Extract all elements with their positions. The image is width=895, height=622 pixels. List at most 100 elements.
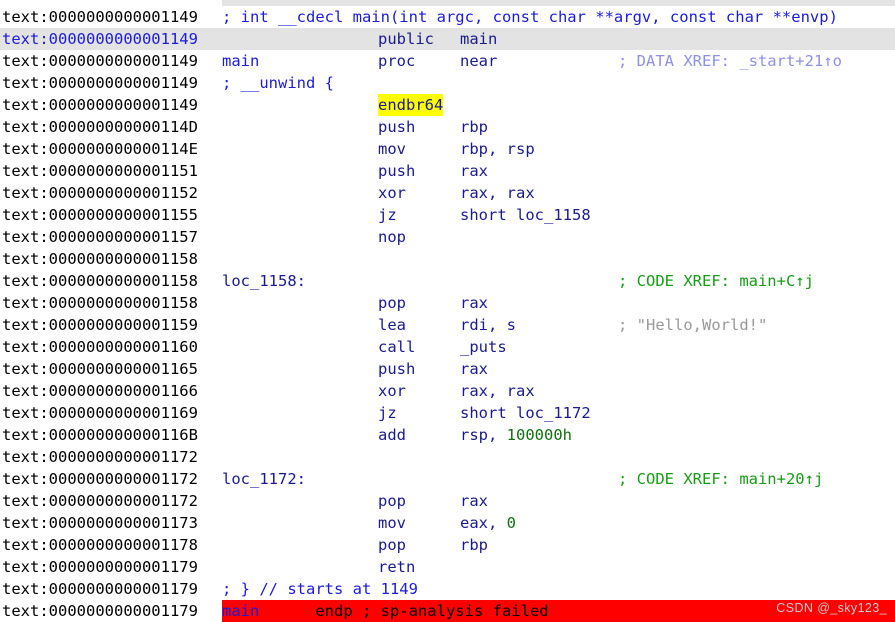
disassembly-line[interactable]: text:0000000000001149 public main: [0, 28, 895, 50]
line-comment[interactable]: ; __unwind {: [222, 72, 334, 94]
symbol-label[interactable]: loc_1158:: [222, 270, 306, 292]
instruction-operands[interactable]: rax, rax: [460, 182, 535, 204]
address-label: text:0000000000001179: [2, 602, 198, 620]
address-label: text:0000000000001159: [2, 316, 198, 334]
operand-text: rsp,: [460, 426, 507, 444]
address-label: text:0000000000001172: [2, 448, 198, 466]
disassembly-line[interactable]: text:0000000000001160 call _puts: [0, 336, 895, 358]
instruction-mnemonic[interactable]: push: [378, 358, 415, 380]
instruction-operands[interactable]: rax: [460, 490, 488, 512]
disassembly-line[interactable]: text:0000000000001172 pop rax: [0, 490, 895, 512]
instruction-operands[interactable]: rax: [460, 160, 488, 182]
disassembly-line[interactable]: text:0000000000001179 retn: [0, 556, 895, 578]
instruction-mnemonic[interactable]: call: [378, 336, 415, 358]
address-label: text:0000000000001173: [2, 514, 198, 532]
function-prototype-comment: ; int __cdecl main(int argc, const char …: [222, 8, 838, 26]
address-label: text:0000000000001179: [2, 580, 198, 598]
symbol-label[interactable]: main: [222, 50, 259, 72]
instruction-mnemonic[interactable]: add: [378, 424, 406, 446]
address-label: text:0000000000001165: [2, 360, 198, 378]
disassembly-line[interactable]: text:0000000000001166 xor rax, rax: [0, 380, 895, 402]
instruction-mnemonic[interactable]: public: [378, 28, 434, 50]
instruction-mnemonic[interactable]: lea: [378, 314, 406, 336]
instruction-mnemonic[interactable]: push: [378, 116, 415, 138]
address-label: text:0000000000001178: [2, 536, 198, 554]
instruction-mnemonic[interactable]: pop: [378, 292, 406, 314]
instruction-operands[interactable]: short loc_1172: [460, 402, 591, 424]
instruction-mnemonic[interactable]: xor: [378, 182, 406, 204]
instruction-operands[interactable]: rbp, rsp: [460, 138, 535, 160]
instruction-mnemonic[interactable]: mov: [378, 138, 406, 160]
operand-text: rax, rax: [460, 184, 535, 202]
disassembly-line[interactable]: text:0000000000001178 pop rbp: [0, 534, 895, 556]
disassembly-line[interactable]: text:0000000000001158: [0, 248, 895, 270]
address-label: text:0000000000001172: [2, 470, 198, 488]
instruction-operands[interactable]: near: [460, 50, 497, 72]
disassembly-line[interactable]: text:0000000000001179 ; } // starts at 11…: [0, 578, 895, 600]
disassembly-line-list[interactable]: text:0000000000001149 ; int __cdecl main(…: [0, 6, 895, 622]
instruction-mnemonic[interactable]: proc: [378, 50, 415, 72]
disassembly-line[interactable]: text:0000000000001157 nop: [0, 226, 895, 248]
instruction-operands[interactable]: short loc_1158: [460, 204, 591, 226]
address-label: text:0000000000001160: [2, 338, 198, 356]
address-label: text:0000000000001158: [2, 294, 198, 312]
disassembly-view[interactable]: text:0000000000001149 ; int __cdecl main(…: [0, 0, 895, 622]
disassembly-line[interactable]: text:0000000000001152 xor rax, rax: [0, 182, 895, 204]
operand-text: eax,: [460, 514, 507, 532]
instruction-operands[interactable]: eax, 0: [460, 512, 516, 534]
disassembly-line[interactable]: text:0000000000001165 push rax: [0, 358, 895, 380]
instruction-mnemonic[interactable]: endbr64: [378, 94, 444, 116]
instruction-mnemonic[interactable]: push: [378, 160, 415, 182]
end-line-spacer: [259, 602, 315, 620]
address-label: text:000000000000114D: [2, 118, 198, 136]
disassembly-line[interactable]: text:0000000000001169 jz short loc_1172: [0, 402, 895, 424]
instruction-operands[interactable]: _puts: [460, 336, 507, 358]
instruction-mnemonic[interactable]: pop: [378, 490, 406, 512]
disassembly-line[interactable]: text:0000000000001149 ; __unwind {: [0, 72, 895, 94]
instruction-operands[interactable]: rax, rax: [460, 380, 535, 402]
address-label: text:0000000000001151: [2, 162, 198, 180]
disassembly-line[interactable]: text:000000000000116B add rsp, 100000h: [0, 424, 895, 446]
address-label: text:0000000000001152: [2, 184, 198, 202]
code-xref-comment: ; CODE XREF: main+C↑j: [618, 272, 814, 290]
function-end-line[interactable]: text:0000000000001179 main endp ; sp-anal…: [0, 600, 895, 622]
data-xref-comment: ; DATA XREF: _start+21↑o: [618, 52, 842, 70]
instruction-mnemonic[interactable]: jz: [378, 402, 397, 424]
disassembly-line[interactable]: text:0000000000001151 push rax: [0, 160, 895, 182]
disassembly-line[interactable]: text:0000000000001172 loc_1172: ; CODE XRE…: [0, 468, 895, 490]
address-label: text:0000000000001149: [2, 96, 198, 114]
instruction-operands[interactable]: rsp, 100000h: [460, 424, 572, 446]
disassembly-line[interactable]: text:0000000000001149 endbr64: [0, 94, 895, 116]
instruction-mnemonic[interactable]: nop: [378, 226, 406, 248]
disassembly-line[interactable]: text:0000000000001149 main proc near ; DATA …: [0, 50, 895, 72]
disassembly-line[interactable]: text:0000000000001159 lea rdi, s ; "Hello,W…: [0, 314, 895, 336]
operand-text: main: [460, 30, 498, 48]
operand-text: rbp: [460, 536, 488, 554]
operand-number: 100000h: [506, 426, 572, 444]
disassembly-line[interactable]: text:0000000000001149 ; int __cdecl main(…: [0, 6, 895, 28]
instruction-mnemonic[interactable]: pop: [378, 534, 406, 556]
operand-text: short loc_1172: [460, 404, 591, 422]
instruction-mnemonic[interactable]: xor: [378, 380, 406, 402]
instruction-operands[interactable]: rax: [460, 292, 488, 314]
symbol-label[interactable]: loc_1172:: [222, 468, 306, 490]
instruction-mnemonic[interactable]: jz: [378, 204, 397, 226]
line-comment[interactable]: ; } // starts at 1149: [222, 578, 418, 600]
disassembly-line[interactable]: text:0000000000001155 jz short loc_1158: [0, 204, 895, 226]
instruction-operands[interactable]: rax: [460, 358, 488, 380]
instruction-mnemonic[interactable]: mov: [378, 512, 406, 534]
instruction-operands[interactable]: rbp: [460, 116, 488, 138]
operand-number: 0: [506, 514, 517, 532]
disassembly-line[interactable]: text:000000000000114E mov rbp, rsp: [0, 138, 895, 160]
disassembly-line[interactable]: text:0000000000001172: [0, 446, 895, 468]
disassembly-line[interactable]: text:0000000000001158 loc_1158: ; CODE XRE…: [0, 270, 895, 292]
instruction-operands[interactable]: main: [460, 28, 497, 50]
instruction-operands[interactable]: rdi, s: [460, 314, 516, 336]
disassembly-line[interactable]: text:0000000000001158 pop rax: [0, 292, 895, 314]
instruction-mnemonic[interactable]: retn: [378, 556, 415, 578]
function-name[interactable]: main: [222, 602, 259, 620]
operand-text: rax, rax: [460, 382, 535, 400]
disassembly-line[interactable]: text:000000000000114D push rbp: [0, 116, 895, 138]
instruction-operands[interactable]: rbp: [460, 534, 488, 556]
disassembly-line[interactable]: text:0000000000001173 mov eax, 0: [0, 512, 895, 534]
